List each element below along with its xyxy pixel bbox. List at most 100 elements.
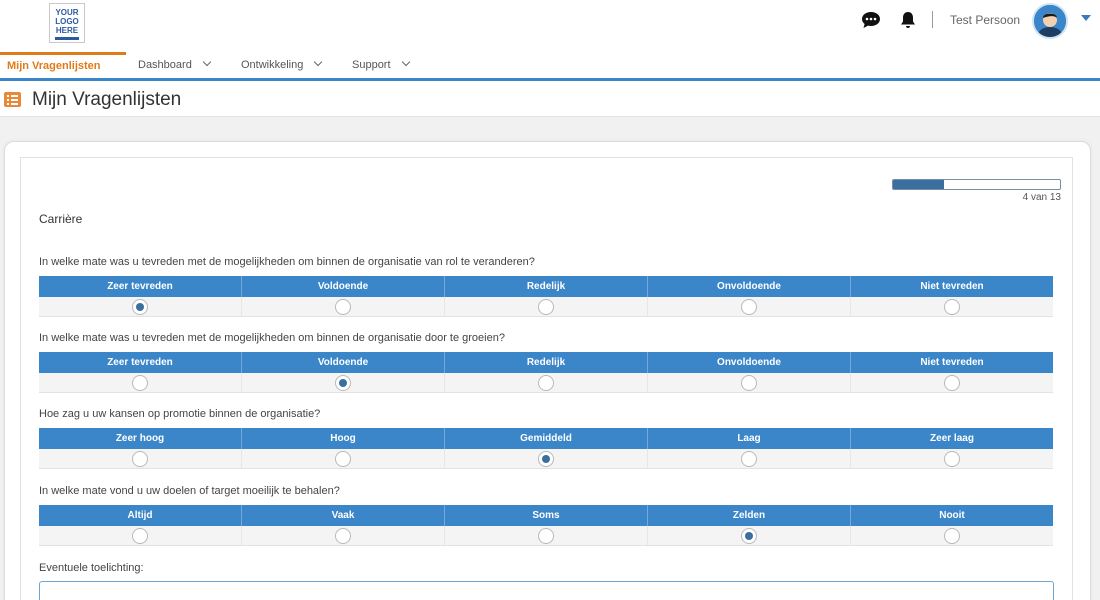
question-text: In welke mate vond u uw doelen of target… [39,485,340,497]
progress-label: 4 van 13 [1022,192,1061,203]
radio-cell[interactable] [241,526,444,545]
nav-item-support[interactable]: Support [352,52,410,78]
radio-button[interactable] [538,528,554,544]
scale-option-label: Niet tevreden [850,352,1053,373]
scale-options [39,297,1053,317]
scale-option-label: Zelden [647,505,850,526]
chevron-down-icon [401,57,410,67]
radio-button[interactable] [132,375,148,391]
rating-scale: Altijd Vaak Soms Zelden Nooit [39,505,1053,546]
radio-cell[interactable] [241,297,444,316]
radio-cell[interactable] [444,373,647,392]
radio-cell[interactable] [850,297,1053,316]
radio-cell[interactable] [647,449,850,468]
scale-option-label: Altijd [127,510,153,521]
section-title: Carrière [39,212,83,226]
rating-scale: Zeer hoog Hoog Gemiddeld Laag Zeer laag [39,428,1053,469]
avatar[interactable] [1032,3,1068,39]
scale-option-label: Niet tevreden [850,276,1053,297]
scale-option-label: Voldoende [241,352,444,373]
rating-scale: Zeer tevreden Voldoende Redelijk Onvoldoend… [39,276,1053,317]
scale-header: Zeer tevreden Voldoende Redelijk Onvoldoend… [39,352,1053,373]
radio-button[interactable] [335,375,351,391]
radio-button[interactable] [944,375,960,391]
scale-options [39,373,1053,393]
radio-cell[interactable] [444,526,647,545]
radio-button[interactable] [538,299,554,315]
radio-cell[interactable] [39,297,241,316]
chat-icon[interactable] [861,10,881,30]
radio-cell[interactable] [850,526,1053,545]
radio-button[interactable] [335,528,351,544]
radio-button[interactable] [944,299,960,315]
progress-fill [893,180,945,189]
scale-options [39,526,1053,546]
radio-button[interactable] [944,528,960,544]
radio-cell[interactable] [850,373,1053,392]
scale-option-label: Zeer tevreden [107,357,173,368]
question-text: In welke mate was u tevreden met de moge… [39,332,505,344]
question-text: Hoe zag u uw kansen op promotie binnen d… [39,408,321,420]
scale-option-label: Vaak [241,505,444,526]
page-header: Mijn Vragenlijsten [0,81,1100,117]
radio-button[interactable] [335,451,351,467]
radio-cell[interactable] [850,449,1053,468]
caret-down-icon[interactable] [1081,15,1091,21]
top-bar: YOUR LOGO HERE Test Persoon [0,0,1100,52]
radio-cell[interactable] [647,373,850,392]
scale-option-label: Gemiddeld [444,428,647,449]
note-textarea[interactable] [39,581,1054,600]
radio-cell[interactable] [39,373,241,392]
scale-header: Zeer hoog Hoog Gemiddeld Laag Zeer laag [39,428,1053,449]
scale-option-label: Zeer tevreden [107,281,173,292]
chevron-down-icon [314,57,323,67]
chevron-down-icon [202,57,212,67]
page-title: Mijn Vragenlijsten [32,89,182,110]
radio-button[interactable] [335,299,351,315]
radio-cell[interactable] [647,526,850,545]
scale-option-label: Onvoldoende [647,352,850,373]
nav-item-label: Ontwikkeling [241,59,304,71]
radio-button[interactable] [538,375,554,391]
radio-cell[interactable] [39,449,241,468]
radio-cell[interactable] [39,526,241,545]
scale-option-label: Redelijk [444,352,647,373]
nav-item-mijn-vragenlijsten[interactable]: Mijn Vragenlijsten [0,52,126,78]
radio-button[interactable] [741,299,757,315]
nav-item-ontwikkeling[interactable]: Ontwikkeling [241,52,323,78]
nav-item-label: Dashboard [138,59,192,71]
radio-button[interactable] [741,451,757,467]
header-divider [932,11,933,28]
scale-option-label: Laag [647,428,850,449]
radio-cell[interactable] [241,373,444,392]
radio-button[interactable] [132,299,148,315]
logo-underline [55,37,79,40]
nav-item-dashboard[interactable]: Dashboard [138,52,212,78]
company-logo[interactable]: YOUR LOGO HERE [49,3,85,43]
scale-option-label: Zeer hoog [115,433,165,444]
scale-option-label: Hoog [241,428,444,449]
radio-cell[interactable] [647,297,850,316]
radio-button[interactable] [741,375,757,391]
scale-option-label: Soms [444,505,647,526]
username[interactable]: Test Persoon [950,13,1020,27]
scale-option-label: Nooit [850,505,1053,526]
question-text: In welke mate was u tevreden met de moge… [39,256,535,268]
logo-text-line: LOGO [55,17,79,26]
radio-cell[interactable] [444,449,647,468]
radio-cell[interactable] [241,449,444,468]
radio-button[interactable] [944,451,960,467]
logo-text-line: HERE [55,26,79,35]
scale-option-label: Voldoende [241,276,444,297]
rating-scale: Zeer tevreden Voldoende Redelijk Onvoldoend… [39,352,1053,393]
radio-button[interactable] [132,451,148,467]
radio-cell[interactable] [444,297,647,316]
radio-button[interactable] [538,451,554,467]
bell-icon[interactable] [898,10,918,30]
note-label: Eventuele toelichting: [39,562,144,574]
radio-button[interactable] [132,528,148,544]
list-icon [4,92,21,107]
radio-button[interactable] [741,528,757,544]
scale-header: Zeer tevreden Voldoende Redelijk Onvoldoend… [39,276,1053,297]
scale-options [39,449,1053,469]
